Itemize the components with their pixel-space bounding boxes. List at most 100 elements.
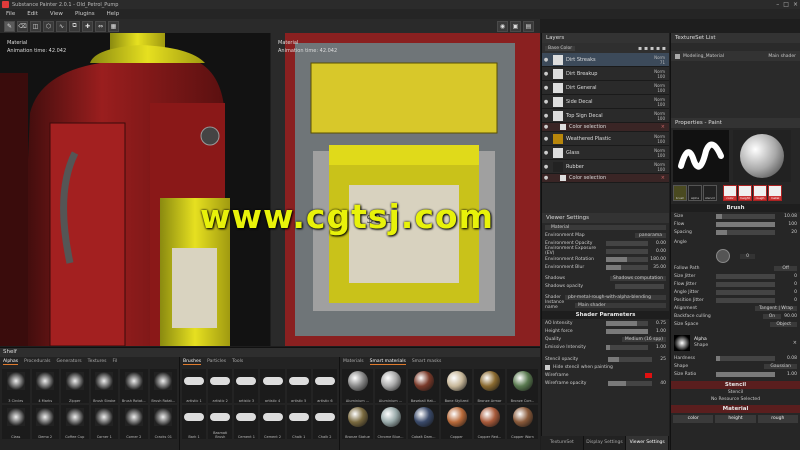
stencil-opacity-value[interactable]: 25 bbox=[654, 357, 666, 362]
eye-icon[interactable]: ● bbox=[542, 113, 550, 119]
layer-blend[interactable]: Norm 100 bbox=[651, 148, 669, 158]
projection-icon[interactable]: ◫ bbox=[30, 20, 41, 32]
ratio-value[interactable]: 1.00 bbox=[777, 372, 797, 377]
layer-row[interactable]: ● Rubber Norm 100 bbox=[542, 160, 669, 174]
env-param-value[interactable]: 0.00 bbox=[650, 249, 666, 254]
shelf-brush-item[interactable]: artistic 1 bbox=[182, 369, 207, 403]
shelf-material-item[interactable]: Copper Red... bbox=[474, 405, 505, 439]
shelf-tab[interactable]: Generators bbox=[56, 359, 81, 365]
jitter-slider[interactable] bbox=[715, 297, 775, 303]
layer-row[interactable]: ● Dirt General Norm 100 bbox=[542, 81, 669, 95]
shader-param-value[interactable]: 0.75 bbox=[650, 321, 666, 326]
shelf-material-item[interactable]: Baseball Hat... bbox=[408, 369, 439, 403]
shelf-alpha-item[interactable]: 4 Marks bbox=[31, 369, 59, 403]
angle-value[interactable]: 0 bbox=[740, 253, 755, 259]
menu-edit[interactable]: Edit bbox=[27, 11, 38, 17]
shelf-alpha-item[interactable]: Cracks 01 bbox=[149, 405, 177, 439]
layer-row[interactable]: ● Weathered Plastic Norm 100 bbox=[542, 132, 669, 146]
env-param-slider[interactable] bbox=[605, 248, 648, 254]
chip-brush[interactable]: brush bbox=[673, 185, 687, 201]
env-param-value[interactable]: 35.00 bbox=[650, 265, 666, 270]
layer-blend[interactable]: Norm 100 bbox=[651, 83, 669, 93]
shelf-brush-item[interactable]: artistic 3 bbox=[234, 369, 259, 403]
env-param-slider[interactable] bbox=[605, 264, 648, 270]
tab-textureset-settings[interactable]: TextureSet Settings bbox=[541, 436, 584, 450]
stencil-none[interactable]: No Resource Selected bbox=[671, 396, 800, 403]
shelf-material-item[interactable]: Cobalt Dam... bbox=[408, 405, 439, 439]
wireframe-color-swatch[interactable] bbox=[645, 372, 652, 378]
shadows-button[interactable]: Shadows computation bbox=[610, 275, 666, 281]
layer-row[interactable]: ● Dirt Streaks Norm 71 bbox=[542, 53, 669, 67]
material-chip-height[interactable]: height bbox=[715, 415, 756, 423]
remove-mask-icon[interactable]: × bbox=[661, 175, 669, 181]
shelf-brush-item[interactable]: artistic 4 bbox=[260, 369, 285, 403]
jitter-value[interactable]: 0 bbox=[777, 282, 797, 287]
channel-height[interactable]: height bbox=[738, 185, 752, 201]
layer-row[interactable]: ● Glass Norm 100 bbox=[542, 146, 669, 160]
viewport-3d[interactable]: Material Animation time: 42.042 bbox=[0, 33, 270, 346]
tab-display-settings[interactable]: Display Settings bbox=[584, 436, 627, 450]
shelf-alpha-item[interactable]: 3 Circles bbox=[2, 369, 30, 403]
shelf-brush-item[interactable]: Basmati Brush bbox=[208, 405, 233, 439]
hide-stencil-checkbox[interactable] bbox=[545, 364, 550, 370]
backface-toggle[interactable]: On bbox=[762, 313, 782, 319]
shelf-tab[interactable]: Tools bbox=[232, 359, 243, 365]
param-value[interactable]: 20 bbox=[777, 230, 797, 235]
jitter-slider[interactable] bbox=[715, 289, 775, 295]
param-value[interactable]: 100 bbox=[777, 222, 797, 227]
shelf-tab[interactable]: Smart materials bbox=[369, 359, 406, 365]
layer-row[interactable]: ● Dirt Breakup Norm 100 bbox=[542, 67, 669, 81]
layer-blend[interactable]: Norm 100 bbox=[651, 134, 669, 144]
textureset-shader[interactable]: Main shader bbox=[768, 54, 796, 59]
env-param-value[interactable]: 0.00 bbox=[650, 241, 666, 246]
layer-blend[interactable]: Norm 100 bbox=[651, 69, 669, 79]
menu-view[interactable]: View bbox=[50, 11, 63, 17]
shelf-tab[interactable]: Fil bbox=[112, 359, 117, 365]
shelf-material-item[interactable]: Aluminium ... bbox=[375, 369, 406, 403]
layer-row[interactable]: ● Top Sign Decal Norm 100 bbox=[542, 109, 669, 123]
follow-path-toggle[interactable]: Off bbox=[774, 265, 797, 271]
material-chip-color[interactable]: color bbox=[673, 415, 714, 423]
eye-icon[interactable]: ● bbox=[542, 150, 550, 156]
render-icon[interactable]: ▣ bbox=[510, 21, 521, 32]
menu-plugins[interactable]: Plugins bbox=[75, 11, 95, 17]
view-3d-icon[interactable]: ▤ bbox=[523, 21, 534, 32]
shelf-brush-item[interactable]: Bark 1 bbox=[182, 405, 207, 439]
envmap-select[interactable]: panorama bbox=[635, 232, 666, 238]
shelf-alpha-item[interactable]: Brush Rotat... bbox=[120, 369, 148, 403]
eye-icon[interactable]: ● bbox=[542, 164, 550, 170]
backface-value[interactable]: 90.00 bbox=[784, 314, 797, 319]
layer-mask-row[interactable]: ● Color selection × bbox=[542, 123, 669, 132]
close-icon[interactable]: × bbox=[793, 1, 798, 8]
alpha-row[interactable]: Alpha Shape × bbox=[671, 332, 800, 354]
shelf-tab[interactable]: Materials bbox=[343, 359, 364, 365]
layer-blend[interactable]: Norm 71 bbox=[651, 55, 669, 65]
eye-icon[interactable]: ● bbox=[542, 57, 550, 63]
wireframe-opacity-value[interactable]: 40 bbox=[654, 381, 666, 386]
shelf-alpha-item[interactable]: Demo 2 bbox=[31, 405, 59, 439]
alpha-remove-icon[interactable]: × bbox=[793, 340, 797, 346]
shelf-brush-item[interactable]: Cement 1 bbox=[234, 405, 259, 439]
camera-icon[interactable]: ◉ bbox=[497, 21, 508, 32]
clone-icon[interactable]: ⧉ bbox=[69, 20, 80, 32]
alignment-select[interactable]: Tangent | Wrap bbox=[755, 305, 797, 311]
material-chip-rough[interactable]: rough bbox=[757, 415, 798, 423]
chip-alpha[interactable]: alpha bbox=[688, 185, 702, 201]
shelf-alpha-item[interactable]: Zipper bbox=[61, 369, 89, 403]
shelf-alpha-item[interactable]: Corner 1 bbox=[90, 405, 118, 439]
quality-select[interactable]: Medium (16 spp) bbox=[621, 336, 666, 342]
chip-stencil[interactable]: stencil bbox=[703, 185, 717, 201]
shelf-alpha-item[interactable]: Coffee Cup bbox=[61, 405, 89, 439]
eye-icon[interactable]: ● bbox=[542, 99, 550, 105]
shelf-alpha-item[interactable]: Brush Stroke bbox=[90, 369, 118, 403]
hardness-value[interactable]: 0.08 bbox=[777, 356, 797, 361]
shelf-tab[interactable]: Alphas bbox=[3, 359, 19, 365]
shelf-material-item[interactable]: Chrome Blue... bbox=[375, 405, 406, 439]
shape-select[interactable]: Gaussian bbox=[764, 363, 797, 369]
shelf-tab[interactable]: Textures bbox=[88, 359, 107, 365]
shelf-material-item[interactable]: Bone Stylized bbox=[441, 369, 472, 403]
jitter-value[interactable]: 0 bbox=[777, 290, 797, 295]
jitter-slider[interactable] bbox=[715, 281, 775, 287]
shelf-tab[interactable]: Procedurals bbox=[24, 359, 50, 365]
viewer-mode-select[interactable]: Material bbox=[545, 224, 666, 230]
